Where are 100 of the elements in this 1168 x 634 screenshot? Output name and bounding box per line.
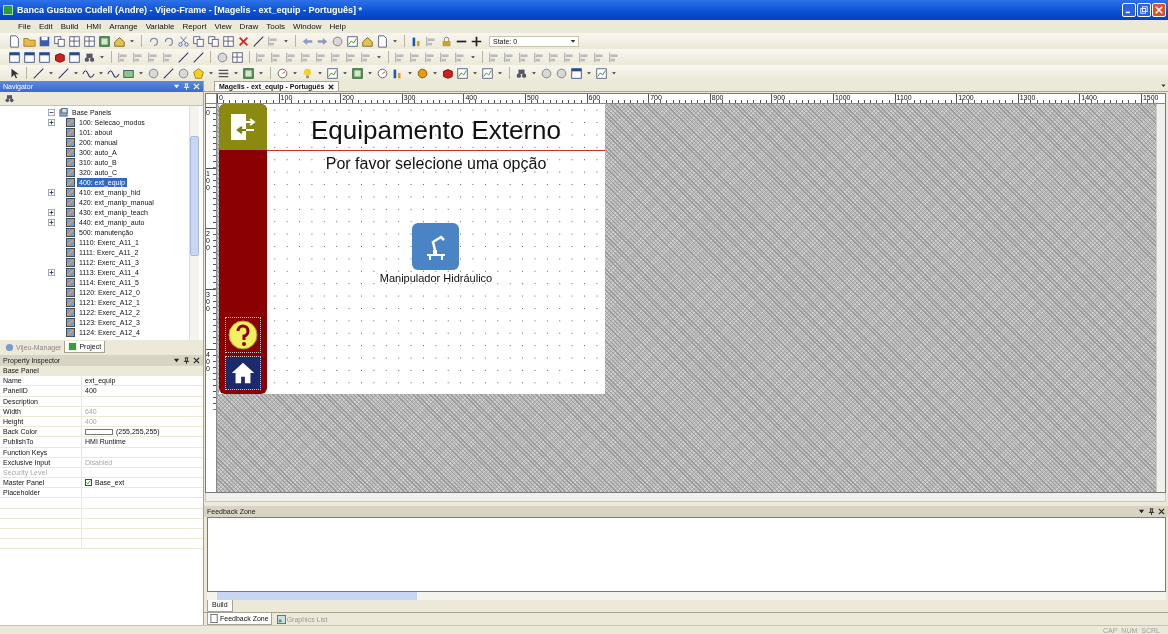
expand-icon[interactable] xyxy=(48,118,55,126)
house-icon[interactable] xyxy=(113,34,126,48)
dropdown-arrow-icon[interactable] xyxy=(128,37,136,45)
expand-icon[interactable] xyxy=(48,188,55,196)
minimize-button[interactable] xyxy=(1122,3,1136,17)
line-icon[interactable] xyxy=(32,66,45,80)
dropdown-arrow-icon[interactable] xyxy=(257,69,265,77)
picture-frame-icon[interactable] xyxy=(98,34,111,48)
dropdown-arrow-icon[interactable] xyxy=(530,69,538,77)
pointer-icon[interactable] xyxy=(8,66,21,80)
menu-item[interactable]: Help xyxy=(325,22,350,31)
collapse-icon[interactable] xyxy=(48,108,55,116)
dropdown-arrow-icon[interactable] xyxy=(173,357,180,364)
line-icon[interactable] xyxy=(192,50,205,64)
dropdown-arrow-icon[interactable] xyxy=(282,37,290,45)
line-icon[interactable] xyxy=(177,50,190,64)
copy-icon[interactable] xyxy=(53,34,66,48)
close-button[interactable] xyxy=(1152,3,1166,17)
gauge-icon[interactable] xyxy=(276,66,289,80)
menu-item[interactable]: Window xyxy=(288,22,326,31)
dropdown-arrow-icon[interactable] xyxy=(72,69,80,77)
menu-item[interactable]: View xyxy=(210,22,236,31)
window-icon[interactable] xyxy=(8,50,21,64)
plus-icon[interactable] xyxy=(470,34,483,48)
grid-icon[interactable] xyxy=(231,50,244,64)
window-icon[interactable] xyxy=(23,50,36,64)
grid-icon[interactable] xyxy=(83,34,96,48)
menu-item[interactable]: Build xyxy=(56,22,83,31)
expand-icon[interactable] xyxy=(48,218,55,226)
line-icon[interactable] xyxy=(162,66,175,80)
dropdown-arrow-icon[interactable] xyxy=(341,69,349,77)
dropdown-arrow-icon[interactable] xyxy=(47,69,55,77)
dropdown-arrow-icon[interactable] xyxy=(316,69,324,77)
gauge-icon[interactable] xyxy=(376,66,389,80)
help-button[interactable] xyxy=(225,317,261,353)
bulb-icon[interactable] xyxy=(301,66,314,80)
window-icon[interactable] xyxy=(570,66,583,80)
checkbox[interactable] xyxy=(85,479,92,487)
chart-icon[interactable] xyxy=(456,66,469,80)
copy-icon[interactable] xyxy=(207,34,220,48)
expand-icon[interactable] xyxy=(48,268,55,276)
menu-item[interactable]: Report xyxy=(178,22,211,31)
delete-icon[interactable] xyxy=(237,34,250,48)
dropdown-arrow-icon[interactable] xyxy=(207,69,215,77)
color-swatch[interactable] xyxy=(85,428,113,435)
pin-icon[interactable] xyxy=(183,357,190,364)
window-icon[interactable] xyxy=(38,50,51,64)
pin-icon[interactable] xyxy=(1148,508,1155,515)
knob-icon[interactable] xyxy=(416,66,429,80)
close-icon[interactable] xyxy=(1158,508,1165,515)
dropdown-arrow-icon[interactable] xyxy=(1138,508,1145,515)
menu-item[interactable]: Tools xyxy=(262,22,289,31)
line-icon[interactable] xyxy=(252,34,265,48)
copy-icon[interactable] xyxy=(192,34,205,48)
chart-icon[interactable] xyxy=(346,34,359,48)
scrollbar[interactable] xyxy=(207,592,1166,600)
dropdown-arrow-icon[interactable] xyxy=(431,69,439,77)
menu-item[interactable]: Draw xyxy=(235,22,263,31)
window-icon[interactable] xyxy=(68,50,81,64)
cube-icon[interactable] xyxy=(53,50,66,64)
menu-item[interactable]: File xyxy=(14,22,35,31)
panel-icon xyxy=(66,307,75,317)
close-icon[interactable] xyxy=(193,357,200,364)
circle-icon[interactable] xyxy=(216,50,229,64)
scrollbar[interactable] xyxy=(1156,104,1165,492)
picture-frame-icon[interactable] xyxy=(242,66,255,80)
chart-icon[interactable] xyxy=(326,66,339,80)
scrollbar[interactable] xyxy=(189,106,199,340)
exit-button[interactable] xyxy=(219,104,267,150)
document-icon[interactable] xyxy=(376,34,389,48)
grid-icon[interactable] xyxy=(68,34,81,48)
robot-arm-button[interactable] xyxy=(412,223,460,270)
picture-frame-icon[interactable] xyxy=(351,66,364,80)
cube-icon[interactable] xyxy=(441,66,454,80)
chart-icon[interactable] xyxy=(595,66,608,80)
grid-icon[interactable] xyxy=(222,34,235,48)
circle-icon[interactable] xyxy=(331,34,344,48)
scrollbar[interactable] xyxy=(205,493,1166,502)
menu-item[interactable]: Variable xyxy=(141,22,179,31)
circle-icon[interactable] xyxy=(540,66,553,80)
dropdown-arrow-icon[interactable] xyxy=(496,69,504,77)
panel-subtitle: Por favor selecione uma opção xyxy=(325,155,547,173)
dropdown-arrow-icon[interactable] xyxy=(232,69,240,77)
menu-item[interactable]: Edit xyxy=(34,22,57,31)
document-icon[interactable] xyxy=(8,34,21,48)
line-icon[interactable] xyxy=(57,66,70,80)
expand-icon[interactable] xyxy=(48,208,55,216)
house-icon[interactable] xyxy=(361,34,374,48)
dropdown-arrow-icon[interactable] xyxy=(137,69,145,77)
floppy-icon[interactable] xyxy=(38,34,51,48)
chart-icon[interactable] xyxy=(481,66,494,80)
dropdown-arrow-icon[interactable] xyxy=(610,69,618,77)
menu-item[interactable]: HMI xyxy=(82,22,106,31)
restore-button[interactable] xyxy=(1137,3,1151,17)
menu-item[interactable]: Arrange xyxy=(105,22,142,31)
dropdown-arrow-icon[interactable] xyxy=(406,69,414,77)
close-icon[interactable] xyxy=(328,83,335,90)
dropdown-arrow-icon[interactable] xyxy=(291,69,299,77)
home-button[interactable] xyxy=(225,356,261,390)
dropdown-arrow-icon[interactable] xyxy=(585,69,593,77)
